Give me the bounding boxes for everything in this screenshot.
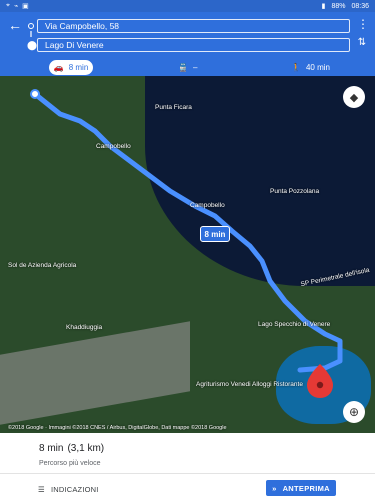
list-icon: ☰ bbox=[38, 484, 45, 494]
map-label-khaddiuggia: Khaddiuggia bbox=[66, 324, 103, 331]
status-bar: ⌖ ⌁ ▣ ▮ 88% 08:36 bbox=[0, 0, 375, 12]
route-summary-sheet: 8 min (3,1 km) Percorso più veloce ☰ IND… bbox=[0, 433, 375, 500]
mode-car[interactable]: 🚗 8 min bbox=[49, 60, 93, 75]
preview-label: ANTEPRIMA bbox=[282, 483, 330, 493]
travel-modes: 🚗 8 min 🚆 – 🚶 40 min bbox=[0, 59, 375, 76]
map-label-lago-specchio: Lago Specchio di Venere bbox=[258, 321, 331, 328]
sheet-divider bbox=[0, 473, 375, 474]
image-icon: ▣ bbox=[22, 3, 29, 10]
layers-button[interactable]: ◆ bbox=[343, 86, 365, 108]
back-arrow-icon[interactable]: ← bbox=[6, 16, 24, 34]
map-label-punta-ficara: Punta Ficara bbox=[155, 104, 192, 111]
swap-directions-icon[interactable]: ⇅ bbox=[357, 36, 367, 50]
destination-marker-dot bbox=[316, 381, 324, 389]
my-location-button[interactable]: ⊕ bbox=[343, 401, 365, 423]
destination-text: Lago Di Venere bbox=[45, 40, 104, 50]
destination-field[interactable]: Lago Di Venere bbox=[37, 38, 350, 52]
car-icon: 🚗 bbox=[53, 63, 64, 72]
forward-icon: » bbox=[272, 483, 277, 493]
status-left: ⌖ ⌁ ▣ bbox=[6, 2, 29, 10]
route-time: 8 min bbox=[39, 443, 64, 454]
mode-walk[interactable]: 🚶 40 min bbox=[291, 59, 330, 76]
walk-icon: 🚶 bbox=[291, 63, 301, 72]
map-label-azienda-agricola: Sol de Azienda Agricola bbox=[8, 262, 77, 269]
map-view[interactable]: Punta Ficara Campobello Campobello Punta… bbox=[0, 76, 375, 433]
map-label-campobello-2: Campobello bbox=[190, 202, 225, 209]
mode-transit[interactable]: 🚆 – bbox=[178, 59, 197, 76]
origin-dot-icon bbox=[28, 23, 34, 29]
route-time-distance: 8 min (3,1 km) bbox=[39, 443, 104, 454]
route-connector bbox=[30, 31, 32, 37]
steps-button[interactable]: ☰ INDICAZIONI bbox=[38, 483, 99, 495]
map-label-agriturismo: Agriturismo Venedi Alloggi Ristorante bbox=[196, 381, 303, 388]
clock: 08:36 bbox=[351, 2, 369, 10]
mode-walk-label: 40 min bbox=[305, 63, 330, 72]
preview-button[interactable]: » ANTEPRIMA bbox=[266, 480, 336, 496]
train-icon: 🚆 bbox=[178, 63, 188, 72]
route-distance: (3,1 km) bbox=[67, 443, 105, 454]
origin-field[interactable]: Via Campobello, 58 bbox=[37, 19, 350, 33]
more-options-icon[interactable]: ⋮ bbox=[357, 18, 369, 32]
route-start-dot bbox=[30, 89, 40, 99]
destination-pin-icon: ⬤ bbox=[27, 40, 38, 50]
mode-car-label: 8 min bbox=[68, 63, 89, 72]
mode-transit-label: – bbox=[192, 63, 198, 72]
status-right: ▮ 88% 08:36 bbox=[321, 2, 369, 11]
target-icon: ⊕ bbox=[348, 405, 360, 419]
battery-icon: ▮ bbox=[321, 3, 326, 10]
route-note: Percorso più veloce bbox=[39, 460, 101, 467]
location-icon: ⌖ bbox=[6, 2, 10, 9]
directions-header: ← ⬤ Via Campobello, 58 Lago Di Venere ⋮ … bbox=[0, 12, 375, 76]
map-label-punta-pozzolana: Punta Pozzolana bbox=[270, 188, 320, 195]
steps-label: INDICAZIONI bbox=[50, 484, 99, 494]
wifi-icon: ⌁ bbox=[13, 3, 19, 10]
map-copyright: ©2018 Google · Immagini ©2018 CNES / Air… bbox=[8, 425, 227, 431]
layers-icon: ◆ bbox=[349, 91, 359, 104]
map-label-campobello-1: Campobello bbox=[96, 143, 131, 150]
route-overlay bbox=[30, 89, 343, 398]
route-time-bubble[interactable]: 8 min bbox=[200, 226, 230, 242]
battery-level: 88% bbox=[331, 2, 346, 10]
origin-text: Via Campobello, 58 bbox=[45, 21, 120, 31]
